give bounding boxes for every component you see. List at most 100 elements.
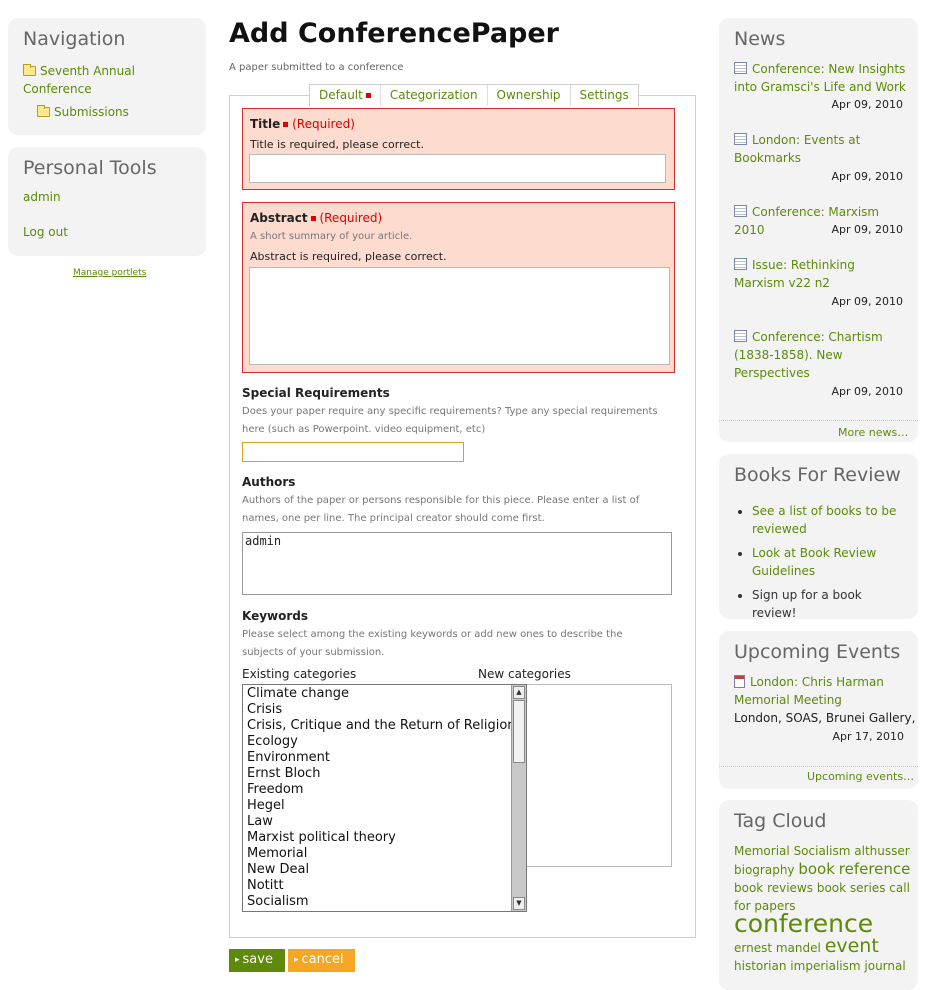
special-requirements-input[interactable] [242,442,464,462]
books-item[interactable]: See a list of books to be reviewed [752,502,904,538]
scrollbar[interactable]: ▲ ▼ [511,685,526,911]
tag-link[interactable]: conference [734,909,873,938]
save-button[interactable]: ▸ save [229,949,285,972]
tag-link[interactable]: Socialism [794,844,851,858]
navigation-title: Navigation [23,28,126,50]
tag-link[interactable]: journal [864,959,905,973]
abstract-label: Abstract [250,211,308,225]
books-item-link[interactable]: Look at Book Review Guidelines [752,546,876,578]
news-item-date: Apr 09, 2010 [831,223,903,236]
tab-default[interactable]: Default [310,85,380,106]
category-option[interactable]: Crisis, Critique and the Return of Relig… [243,718,526,734]
tab-label: Ownership [496,88,561,102]
news-item-link[interactable]: Conference: Chartism (1838-1858). New Pe… [734,330,883,380]
tag-link[interactable]: biography [734,863,795,877]
title-error: Title is required, please correct. [250,138,424,151]
event-link[interactable]: London: Chris Harman Memorial Meeting [734,675,884,707]
category-option[interactable]: Climate change [243,686,526,702]
news-item-link[interactable]: Issue: Rethinking Marxism v22 n2 [734,258,855,290]
books-item-link[interactable]: See a list of books to be reviewed [752,504,896,536]
books-item[interactable]: Look at Book Review Guidelines [752,544,904,580]
user-link-admin[interactable]: admin [23,190,61,204]
news-item[interactable]: Conference: Chartism (1838-1858). New Pe… [734,328,909,382]
news-item-date: Apr 09, 2010 [831,385,903,398]
tab-settings[interactable]: Settings [569,85,638,106]
category-option[interactable]: Environment [243,750,526,766]
books-item: Sign up for a book review! [752,586,904,622]
more-news-link[interactable]: More news… [838,426,908,439]
tag-link[interactable]: ernest mandel [734,941,821,955]
news-item-date: Apr 09, 2010 [831,98,903,111]
save-label: save [242,952,273,967]
category-option[interactable]: Hegel [243,798,526,814]
event-location: London, SOAS, Brunei Gallery, [734,711,916,725]
special-requirements-label: Special Requirements [242,386,390,400]
cancel-button[interactable]: ▸ cancel [288,949,355,972]
event-item[interactable]: London: Chris Harman Memorial Meeting [734,673,910,709]
existing-categories-select[interactable]: Climate change Crisis Crisis, Critique and… [242,684,527,912]
folder-icon [37,105,50,117]
category-option[interactable]: Crisis [243,702,526,718]
required-marker-icon [310,216,316,221]
logout-link[interactable]: Log out [23,225,68,239]
news-item-link[interactable]: London: Events at Bookmarks [734,133,860,165]
manage-portlets-link[interactable]: Manage portlets [73,268,146,278]
nav-item-seventh-annual-conference[interactable]: Seventh Annual Conference [23,62,193,98]
news-item[interactable]: Conference: New Insights into Gramsci's … [734,60,909,96]
news-item[interactable]: Issue: Rethinking Marxism v22 n2 [734,256,909,292]
tag-link[interactable]: book [798,860,835,878]
tag-link[interactable]: book reviews [734,881,813,895]
authors-label: Authors [242,475,296,489]
scroll-up-arrow-icon[interactable]: ▲ [513,686,525,699]
abstract-field: Abstract (Required) A short summary of y… [242,202,675,373]
arrow-icon: ▸ [294,955,299,965]
news-item-icon [734,330,747,342]
tag-link[interactable]: book series [817,881,886,895]
page-subtitle: A paper submitted to a conference [229,62,404,73]
tab-ownership[interactable]: Ownership [486,85,570,106]
category-option[interactable]: Ernst Bloch [243,766,526,782]
special-requirements-help: Does your paper require any specific req… [242,406,658,435]
category-option[interactable]: Law [243,814,526,830]
nav-item-label[interactable]: Seventh Annual Conference [23,64,135,96]
news-item[interactable]: London: Events at Bookmarks [734,131,909,167]
cancel-label: cancel [301,952,344,967]
books-item-text: Sign up for a book review! [752,588,862,620]
tag-link[interactable]: imperialism [790,959,860,973]
abstract-help: A short summary of your article. [250,231,413,242]
category-option[interactable]: Freedom [243,782,526,798]
arrow-icon: ▸ [235,955,240,965]
category-option[interactable]: Marxist political theory [243,830,526,846]
category-option[interactable]: New Deal [243,862,526,878]
error-marker-icon [365,93,371,98]
scroll-thumb[interactable] [513,700,525,763]
books-list: See a list of books to be reviewed Look … [719,502,904,628]
nav-item-label[interactable]: Submissions [54,105,129,119]
category-options: Climate change Crisis Crisis, Critique and… [243,685,526,910]
folder-icon [23,64,36,76]
tag-link[interactable]: Memorial [734,844,790,858]
scroll-down-arrow-icon[interactable]: ▼ [513,897,525,910]
tagcloud-title: Tag Cloud [734,810,827,832]
news-item-link[interactable]: Conference: New Insights into Gramsci's … [734,62,906,94]
required-text: (Required) [319,211,383,225]
tag-link[interactable]: historian [734,959,786,973]
category-option[interactable]: Socialism [243,894,526,910]
nav-item-submissions[interactable]: Submissions [37,105,129,119]
tag-link[interactable]: althusser [854,844,909,858]
abstract-textarea[interactable] [249,267,670,365]
category-option[interactable]: Notitt [243,878,526,894]
upcoming-events-link[interactable]: Upcoming events… [807,770,914,783]
events-title: Upcoming Events [734,641,901,663]
tag-link[interactable]: reference [839,860,911,878]
navigation-portlet: Navigation Seventh Annual Conference Sub… [8,18,206,135]
category-option[interactable]: Memorial [243,846,526,862]
title-label: Title [250,117,281,131]
tab-categorization[interactable]: Categorization [379,85,487,106]
keywords-help: Please select among the existing keyword… [242,629,623,658]
authors-textarea[interactable]: admin [242,532,672,595]
tag-link[interactable]: event [825,935,879,957]
category-option[interactable]: Ecology [243,734,526,750]
title-input[interactable] [249,154,666,183]
books-title: Books For Review [734,464,901,486]
